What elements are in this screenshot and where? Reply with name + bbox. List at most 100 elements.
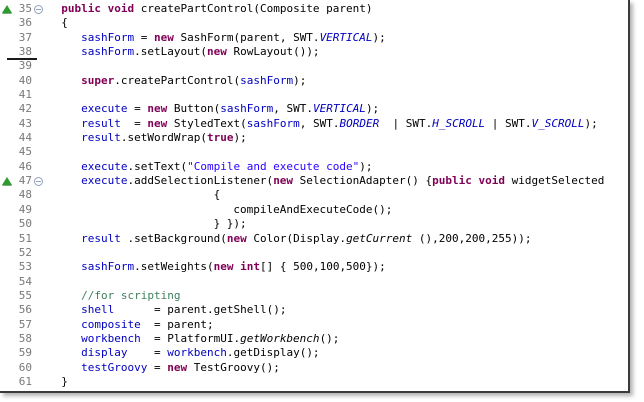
fold-collapse-minus-icon[interactable]	[34, 2, 48, 16]
gutter-cell-54[interactable]: 54	[0, 275, 48, 289]
code-line-row-53[interactable]: 53 sashForm.setWeights(new int[] { 500,1…	[0, 260, 628, 274]
code-editor[interactable]: 35 public void createPartControl(Composi…	[0, 0, 630, 393]
fold-slot	[34, 74, 48, 88]
code-line-text[interactable]: execute.setText("Compile and execute cod…	[48, 160, 628, 174]
code-line-row-42[interactable]: 42 execute = new Button(sashForm, SWT.VE…	[0, 102, 628, 116]
code-line-row-43[interactable]: 43 result = new StyledText(sashForm, SWT…	[0, 117, 628, 131]
code-line-text[interactable]: sashForm.setLayout(new RowLayout());	[48, 45, 628, 59]
line-number: 44	[14, 131, 32, 145]
code-line-text[interactable]: workbench = PlatformUI.getWorkbench();	[48, 332, 628, 346]
code-line-text[interactable]: {	[48, 16, 628, 30]
gutter-cell-56[interactable]: 56	[0, 303, 48, 317]
code-line-text[interactable]: testGroovy = new TestGroovy();	[48, 361, 628, 375]
code-token: = PlatformUI.	[141, 332, 240, 345]
gutter-cell-43[interactable]: 43	[0, 117, 48, 131]
code-line-row-39[interactable]: 39	[0, 59, 628, 73]
gutter-cell-35[interactable]: 35	[0, 2, 48, 16]
gutter-cell-58[interactable]: 58	[0, 332, 48, 346]
gutter-cell-48[interactable]: 48	[0, 188, 48, 202]
code-line-text[interactable]	[48, 275, 628, 289]
gutter-cell-36[interactable]: 36	[0, 16, 48, 30]
gutter-cell-44[interactable]: 44	[0, 131, 48, 145]
code-line-text[interactable]: //for scripting	[48, 289, 628, 303]
code-line-row-61[interactable]: 61 }	[0, 375, 628, 389]
code-line-text[interactable]: result .setBackground(new Color(Display.…	[48, 232, 628, 246]
gutter-cell-38[interactable]: 38	[0, 45, 48, 59]
code-line-text[interactable]	[48, 59, 628, 73]
code-line-text[interactable]	[48, 88, 628, 102]
code-line-text[interactable]: execute.addSelectionListener(new Selecti…	[48, 174, 628, 188]
code-line-text[interactable]: {	[48, 188, 628, 202]
code-line-row-54[interactable]: 54	[0, 275, 628, 289]
marker-slot	[0, 203, 14, 217]
gutter-cell-37[interactable]: 37	[0, 31, 48, 45]
code-line-row-46[interactable]: 46 execute.setText("Compile and execute …	[0, 160, 628, 174]
gutter-cell-41[interactable]: 41	[0, 88, 48, 102]
code-line-text[interactable]: result.setWordWrap(true);	[48, 131, 628, 145]
code-line-row-57[interactable]: 57 composite = parent;	[0, 318, 628, 332]
code-line-text[interactable]: shell = parent.getShell();	[48, 303, 628, 317]
code-line-text[interactable]: }	[48, 375, 628, 389]
code-line-text[interactable]	[48, 145, 628, 159]
code-line-row-47[interactable]: 47 execute.addSelectionListener(new Sele…	[0, 174, 628, 188]
gutter-cell-59[interactable]: 59	[0, 346, 48, 360]
gutter-cell-57[interactable]: 57	[0, 318, 48, 332]
line-number: 43	[14, 117, 32, 131]
code-line-row-48[interactable]: 48 {	[0, 188, 628, 202]
code-line-row-56[interactable]: 56 shell = parent.getShell();	[0, 303, 628, 317]
code-line-text[interactable]: sashForm.setWeights(new int[] { 500,100,…	[48, 260, 628, 274]
green-triangle-marker-icon[interactable]	[0, 174, 14, 188]
code-line-row-60[interactable]: 60 testGroovy = new TestGroovy();	[0, 361, 628, 375]
code-line-row-44[interactable]: 44 result.setWordWrap(true);	[0, 131, 628, 145]
code-line-row-40[interactable]: 40 super.createPartControl(sashForm);	[0, 74, 628, 88]
code-line-row-52[interactable]: 52	[0, 246, 628, 260]
gutter-cell-60[interactable]: 60	[0, 361, 48, 375]
code-line-row-59[interactable]: 59 display = workbench.getDisplay();	[0, 346, 628, 360]
gutter-cell-47[interactable]: 47	[0, 174, 48, 188]
code-line-text[interactable]: display = workbench.getDisplay();	[48, 346, 628, 360]
code-line-row-35[interactable]: 35 public void createPartControl(Composi…	[0, 2, 628, 16]
gutter-cell-42[interactable]: 42	[0, 102, 48, 116]
code-token: sashForm	[240, 74, 293, 87]
gutter-cell-53[interactable]: 53	[0, 260, 48, 274]
code-line-row-55[interactable]: 55 //for scripting	[0, 289, 628, 303]
gutter-cell-40[interactable]: 40	[0, 74, 48, 88]
marker-slot	[0, 232, 14, 246]
code-line-text[interactable]: public void createPartControl(Composite …	[48, 2, 628, 16]
code-line-text[interactable]: compileAndExecuteCode();	[48, 203, 628, 217]
code-line-text[interactable]: super.createPartControl(sashForm);	[48, 74, 628, 88]
code-line-text[interactable]	[48, 246, 628, 260]
gutter-cell-50[interactable]: 50	[0, 217, 48, 231]
marker-slot	[0, 188, 14, 202]
code-line-row-49[interactable]: 49 compileAndExecuteCode();	[0, 203, 628, 217]
fold-slot	[34, 117, 48, 131]
code-line-row-50[interactable]: 50 } });	[0, 217, 628, 231]
code-line-text[interactable]: execute = new Button(sashForm, SWT.VERTI…	[48, 102, 628, 116]
code-token	[48, 160, 81, 173]
gutter-cell-55[interactable]: 55	[0, 289, 48, 303]
code-line-text[interactable]: composite = parent;	[48, 318, 628, 332]
gutter-cell-51[interactable]: 51	[0, 232, 48, 246]
code-token: .getDisplay();	[227, 346, 320, 359]
green-triangle-marker-icon[interactable]	[0, 2, 14, 16]
gutter-cell-46[interactable]: 46	[0, 160, 48, 174]
gutter-cell-61[interactable]: 61	[0, 375, 48, 389]
code-line-row-58[interactable]: 58 workbench = PlatformUI.getWorkbench()…	[0, 332, 628, 346]
gutter-cell-39[interactable]: 39	[0, 59, 48, 73]
code-line-row-51[interactable]: 51 result .setBackground(new Color(Displ…	[0, 232, 628, 246]
code-line-row-37[interactable]: 37 sashForm = new SashForm(parent, SWT.V…	[0, 31, 628, 45]
code-line-row-41[interactable]: 41	[0, 88, 628, 102]
gutter-cell-52[interactable]: 52	[0, 246, 48, 260]
gutter-cell-45[interactable]: 45	[0, 145, 48, 159]
code-line-text[interactable]: result = new StyledText(sashForm, SWT.BO…	[48, 117, 628, 131]
code-line-text[interactable]: sashForm = new SashForm(parent, SWT.VERT…	[48, 31, 628, 45]
code-line-row-45[interactable]: 45	[0, 145, 628, 159]
code-token: =	[127, 346, 167, 359]
code-token: sashForm	[220, 102, 273, 115]
fold-collapse-minus-icon[interactable]	[34, 174, 48, 188]
code-line-row-38[interactable]: 38 sashForm.setLayout(new RowLayout());	[0, 45, 628, 59]
code-line-text[interactable]: } });	[48, 217, 628, 231]
fold-slot	[34, 375, 48, 389]
gutter-cell-49[interactable]: 49	[0, 203, 48, 217]
code-line-row-36[interactable]: 36 {	[0, 16, 628, 30]
